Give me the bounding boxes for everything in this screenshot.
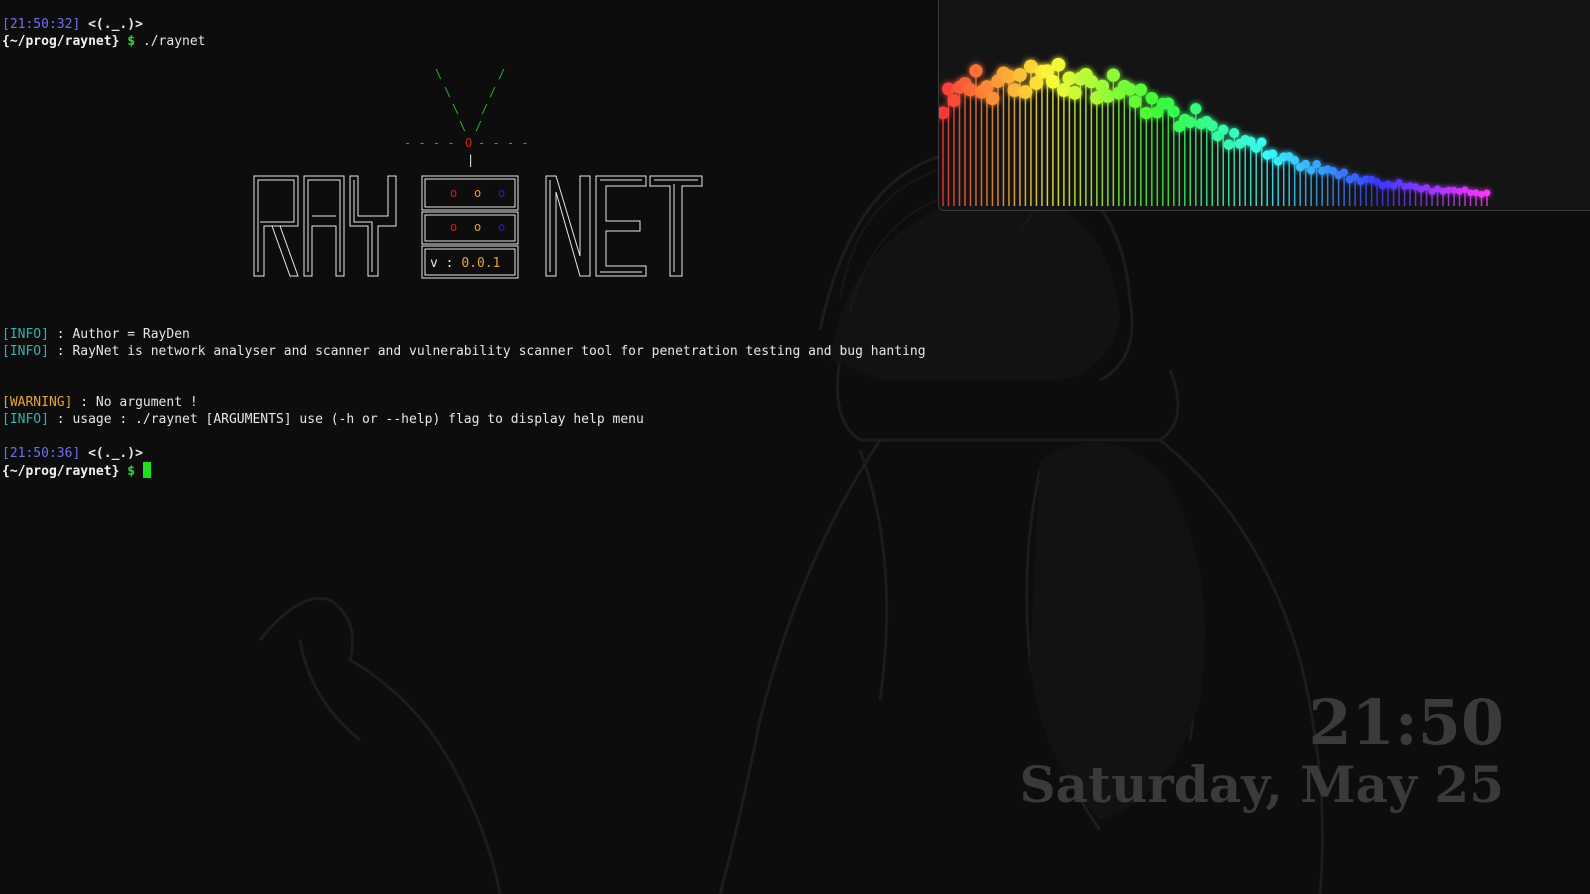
audio-spectrum	[939, 57, 1491, 206]
desktop-clock-widget: 21:50 Saturday, May 25	[1019, 690, 1504, 814]
spectrum-peak	[1128, 95, 1142, 109]
version-number: 0.0.1	[461, 256, 501, 271]
svg-text:/: /	[475, 119, 482, 133]
audio-visualizer-window[interactable]	[938, 0, 1590, 211]
info-tag: [INFO]	[2, 412, 49, 427]
svg-text:O: O	[465, 136, 472, 150]
spectrum-peak	[1167, 105, 1180, 118]
spectrum-peak	[1218, 124, 1229, 135]
prompt-dollar: $	[127, 464, 136, 479]
spectrum-peak	[1229, 127, 1240, 139]
spectrum-peak	[1134, 83, 1148, 97]
version-prefix: v :	[430, 256, 462, 271]
spectrum-peak	[1145, 91, 1159, 105]
raynet-ascii-banner: \ / \ / \ / \ / - - - - O - - - - | o o …	[253, 67, 703, 279]
info-text: : Author = RayDen	[48, 327, 190, 342]
svg-text:/: /	[481, 102, 488, 116]
prompt-face: <(._.)>	[88, 446, 143, 461]
warning-text: : No argument !	[72, 395, 198, 410]
prompt-timestamp: [21:50:32]	[2, 17, 81, 32]
spectrum-peak	[1190, 103, 1202, 115]
clock-date: Saturday, May 25	[1019, 755, 1504, 814]
info-line-description: [INFO] : RayNet is network analyser and …	[2, 343, 942, 360]
spectrum-peak	[969, 64, 983, 78]
svg-text:/: /	[489, 85, 496, 99]
version-label: v : 0.0.1	[430, 256, 500, 271]
warning-tag: [WARNING]	[2, 395, 73, 410]
svg-text:/: /	[498, 67, 505, 81]
spectrum-peak	[1290, 155, 1300, 165]
svg-text:o: o	[474, 186, 481, 200]
spectrum-peak	[1257, 137, 1267, 147]
svg-text:\: \	[444, 85, 451, 99]
prompt-timestamp: [21:50:36]	[2, 446, 81, 461]
info-tag: [INFO]	[2, 327, 49, 342]
entered-command: ./raynet	[142, 34, 206, 49]
prompt-path: {~/prog/raynet}	[2, 464, 120, 479]
spectrum-peak	[1051, 57, 1066, 72]
command-line-1: {~/prog/raynet} $ ./raynet	[2, 33, 942, 50]
prompt-face: <(._.)>	[88, 17, 143, 32]
spectrum-peak	[1483, 189, 1491, 197]
svg-text:o: o	[498, 220, 505, 234]
svg-text:o: o	[450, 220, 457, 234]
spectrum-peak	[1312, 160, 1321, 169]
command-line-2[interactable]: {~/prog/raynet} $	[2, 462, 942, 479]
spectrum-peak	[942, 82, 955, 96]
warning-line: [WARNING] : No argument !	[2, 394, 942, 411]
terminal-cursor[interactable]	[143, 462, 152, 478]
svg-text:- - - -: - - - -	[404, 136, 455, 150]
info-text: : usage : ./raynet [ARGUMENTS] use (-h o…	[48, 412, 644, 427]
svg-text:\: \	[435, 67, 442, 81]
prompt-line-1: [21:50:32] <(._.)>	[2, 16, 942, 33]
info-line-usage: [INFO] : usage : ./raynet [ARGUMENTS] us…	[2, 411, 942, 428]
clock-time: 21:50	[1308, 686, 1504, 759]
spectrum-peak	[1206, 120, 1218, 132]
spectrum-peak	[1340, 168, 1349, 177]
prompt-dollar: $	[127, 34, 136, 49]
spectrum-peak	[1106, 68, 1120, 82]
spectrum-peak	[1013, 68, 1027, 82]
svg-text:o: o	[498, 186, 505, 200]
spectrum-peak	[1101, 89, 1115, 103]
spectrum-peak	[1123, 82, 1137, 96]
spectrum-peak	[1184, 116, 1196, 129]
info-text: : RayNet is network analyser and scanner…	[48, 344, 926, 359]
info-tag: [INFO]	[2, 344, 49, 359]
spectrum-peak	[1268, 149, 1278, 159]
spectrum-peak	[1223, 139, 1234, 150]
prompt-line-2: [21:50:36] <(._.)>	[2, 445, 942, 462]
svg-text:\: \	[452, 102, 459, 116]
spectrum-peak	[963, 83, 978, 97]
svg-text:o: o	[474, 220, 481, 234]
svg-text:|: |	[467, 153, 474, 167]
antenna-icon: \ / \ / \ / \ / - - - - O - - - - |	[404, 67, 529, 167]
info-line-author: [INFO] : Author = RayDen	[2, 326, 942, 343]
svg-text:- - - -: - - - -	[478, 136, 529, 150]
svg-text:o: o	[450, 186, 457, 200]
svg-text:\: \	[459, 119, 466, 133]
prompt-path: {~/prog/raynet}	[2, 34, 120, 49]
spectrum-peak	[947, 94, 961, 107]
spectrum-peak	[1140, 106, 1153, 120]
